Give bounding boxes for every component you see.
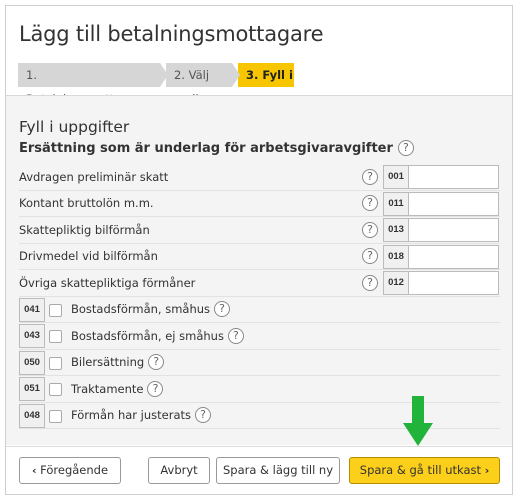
amount-input-011[interactable]: [409, 191, 499, 216]
amount-row: Drivmedel vid bilförmån ? 018: [19, 244, 500, 270]
payee-dialog: Lägg till betalningsmottagare 1. Betalni…: [5, 5, 513, 495]
checkbox-label-text[interactable]: Traktamente: [71, 382, 143, 396]
form-title: Fyll i uppgifter: [19, 118, 130, 136]
save-draft-button-label: Spara & gå till utkast: [359, 463, 482, 477]
save-and-add-new-button[interactable]: Spara & lägg till ny: [216, 457, 340, 484]
checkbox-label-text[interactable]: Bostadsförmån, ej småhus: [71, 329, 224, 343]
cancel-button[interactable]: Avbryt: [148, 457, 210, 484]
amount-input-018[interactable]: [409, 244, 499, 269]
green-arrow-icon: [403, 396, 433, 446]
help-icon[interactable]: ?: [397, 140, 414, 156]
step-choose-template[interactable]: 2. Välj mall: [166, 63, 240, 106]
amount-input-001[interactable]: [409, 165, 499, 189]
chevron-right-icon: ›: [484, 464, 490, 477]
help-icon[interactable]: ?: [147, 380, 164, 397]
field-code: 043: [19, 324, 45, 348]
form-subtitle: Ersättning som är underlag för arbetsgiv…: [19, 140, 414, 156]
checkbox-051[interactable]: [49, 383, 62, 396]
field-code: 018: [383, 244, 409, 269]
checkbox-row-label: Bostadsförmån, småhus ?: [71, 301, 231, 318]
amount-row-label: Avdragen preliminär skatt: [19, 169, 169, 184]
amount-rows: Avdragen preliminär skatt ? 001 Kontant …: [19, 164, 500, 429]
checkbox-row-label: Förmån har justerats ?: [71, 407, 212, 424]
amount-row-label: Kontant bruttolön m.m.: [19, 196, 154, 211]
checkbox-043[interactable]: [49, 330, 62, 343]
help-icon[interactable]: ?: [362, 274, 378, 291]
field-code: 001: [383, 165, 409, 189]
help-icon[interactable]: ?: [362, 168, 378, 185]
help-icon[interactable]: ?: [148, 354, 165, 371]
field-code: 051: [19, 377, 45, 401]
help-icon[interactable]: ?: [362, 221, 378, 238]
help-icon[interactable]: ?: [214, 301, 231, 318]
amount-row: Kontant bruttolön m.m. ? 011: [19, 191, 500, 217]
checkbox-041[interactable]: [49, 303, 62, 317]
help-icon[interactable]: ?: [362, 195, 378, 212]
amount-input-013[interactable]: [409, 218, 499, 242]
help-icon[interactable]: ?: [227, 327, 244, 344]
amount-row-label: Drivmedel vid bilförmån: [19, 249, 158, 264]
form-subtitle-text: Ersättning som är underlag för arbetsgiv…: [19, 140, 393, 156]
amount-input-012[interactable]: [409, 271, 499, 295]
previous-button[interactable]: ‹ Föregående: [19, 457, 121, 484]
amount-row: Övriga skattepliktiga förmåner ? 012: [19, 270, 500, 297]
previous-button-label: Föregående: [40, 463, 109, 477]
checkbox-row-label: Bilersättning ?: [71, 354, 165, 371]
checkbox-row: 041 Bostadsförmån, småhus ?: [19, 297, 500, 323]
field-code: 050: [19, 350, 45, 375]
form-panel: Fyll i uppgifter Ersättning som är under…: [6, 95, 512, 445]
checkbox-row: 050 Bilersättning ?: [19, 350, 500, 376]
field-code: 012: [383, 271, 409, 295]
dialog-footer: ‹ Föregående Avbryt Spara & lägg till ny…: [6, 446, 512, 494]
wizard-steps: 1. Betalningsmottagare 2. Välj mall 3. F…: [18, 63, 294, 106]
field-code: 011: [383, 191, 409, 216]
step-fill-in: 3. Fyll i: [238, 63, 294, 87]
field-code: 048: [19, 403, 45, 428]
field-code: 041: [19, 297, 45, 322]
checkbox-048[interactable]: [49, 409, 62, 423]
help-icon[interactable]: ?: [362, 248, 378, 265]
step-payee[interactable]: 1. Betalningsmottagare: [18, 63, 168, 106]
checkbox-label-text[interactable]: Bilersättning: [71, 355, 144, 369]
amount-row: Skattepliktig bilförmån ? 013: [19, 217, 500, 244]
chevron-left-icon: ‹: [31, 464, 37, 477]
checkbox-row: 043 Bostadsförmån, ej småhus ?: [19, 323, 500, 350]
help-icon[interactable]: ?: [195, 407, 212, 424]
checkbox-row-label: Traktamente ?: [71, 380, 164, 397]
checkbox-050[interactable]: [49, 356, 62, 370]
save-and-go-to-draft-button[interactable]: Spara & gå till utkast ›: [349, 457, 500, 484]
checkbox-row-label: Bostadsförmån, ej småhus ?: [71, 327, 244, 344]
amount-row-label: Övriga skattepliktiga förmåner: [19, 275, 196, 290]
amount-row-label: Skattepliktig bilförmån: [19, 222, 150, 237]
checkbox-label-text[interactable]: Förmån har justerats: [71, 408, 191, 422]
amount-row: Avdragen preliminär skatt ? 001: [19, 164, 500, 191]
dialog-title: Lägg till betalningsmottagare: [19, 22, 324, 46]
field-code: 013: [383, 218, 409, 242]
checkbox-label-text[interactable]: Bostadsförmån, småhus: [71, 302, 210, 316]
